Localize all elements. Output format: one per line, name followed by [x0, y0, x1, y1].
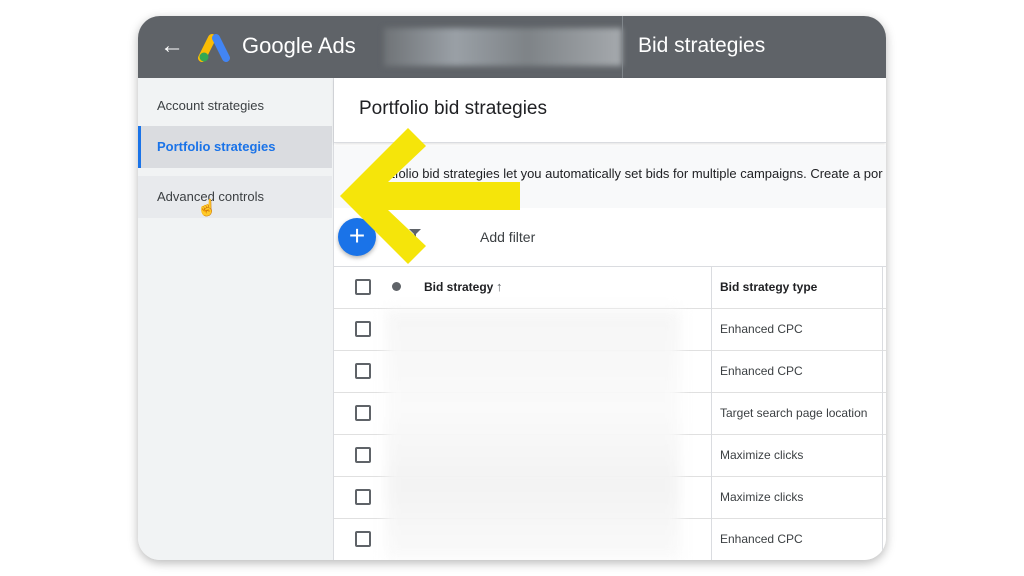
hand-cursor-icon: ☝ — [197, 200, 217, 217]
bid-strategy-type-cell: Enhanced CPC — [720, 364, 803, 378]
top-app-bar: ← Google Ads Bid strategies — [138, 16, 886, 78]
bid-strategy-type-cell: Maximize clicks — [720, 448, 804, 462]
bid-strategy-type-cell: Enhanced CPC — [720, 532, 803, 546]
status-dot-icon — [392, 282, 401, 291]
bid-strategy-type-cell: Maximize clicks — [720, 490, 804, 504]
column-divider — [711, 266, 712, 560]
sidebar-item-advanced-controls[interactable]: Advanced controls — [138, 176, 332, 218]
select-all-checkbox[interactable] — [355, 279, 371, 295]
bid-strategy-type-cell: Target search page location — [720, 406, 868, 420]
sort-ascending-icon[interactable]: ↑ — [496, 266, 503, 308]
redacted-strategy-names — [386, 310, 680, 560]
google-ads-logo-icon — [198, 34, 230, 62]
sidebar-item-account-strategies[interactable]: Account strategies — [138, 86, 332, 126]
row-checkbox[interactable] — [355, 531, 371, 547]
header-divider — [622, 16, 623, 78]
sidebar-item-portfolio-strategies[interactable]: Portfolio strategies — [138, 126, 332, 168]
column-header-bid-strategy[interactable]: Bid strategy — [424, 266, 493, 308]
row-checkbox[interactable] — [355, 321, 371, 337]
column-divider — [882, 266, 883, 560]
row-checkbox[interactable] — [355, 405, 371, 421]
column-header-bid-strategy-type[interactable]: Bid strategy type — [720, 266, 870, 308]
row-checkbox[interactable] — [355, 447, 371, 463]
annotation-arrow-icon — [340, 128, 520, 264]
row-checkbox[interactable] — [355, 363, 371, 379]
brand-name: Google Ads — [242, 33, 356, 58]
sidebar: Account strategies Portfolio strategies … — [138, 78, 334, 560]
bid-strategy-type-cell: Enhanced CPC — [720, 322, 803, 336]
row-checkbox[interactable] — [355, 489, 371, 505]
account-selector[interactable] — [384, 28, 622, 66]
table-header-row: Bid strategy ↑ Bid strategy type — [334, 266, 886, 309]
back-arrow-icon[interactable]: ← — [160, 32, 184, 60]
app-window: ← Google Ads Bid strategies Account stra… — [138, 16, 886, 560]
page-title: Bid strategies — [638, 34, 766, 57]
section-title: Portfolio bid strategies — [359, 98, 547, 119]
